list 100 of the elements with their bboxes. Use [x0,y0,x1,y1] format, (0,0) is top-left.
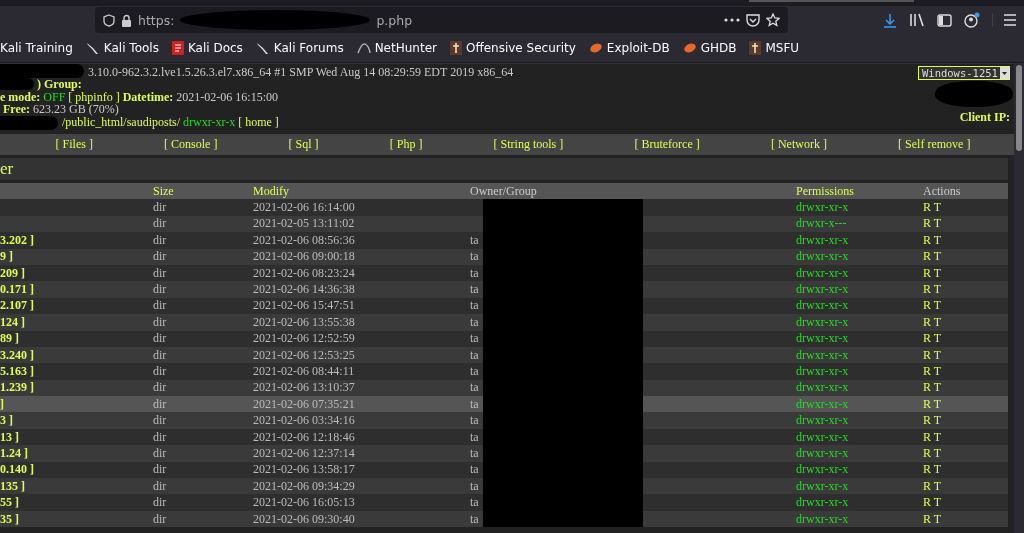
actions-link[interactable]: R T [923,216,942,232]
permissions-link[interactable]: drwxr-xr-x [796,347,849,363]
folder-link[interactable]: 1.24 ] [0,445,28,461]
actions-link[interactable]: R T [923,413,942,429]
folder-link[interactable]: 89 ] [0,331,19,347]
permissions-link[interactable]: drwxr-xr-x [796,314,849,330]
file-row[interactable]: 135 ] dir 2021-02-06 09:34:29 ta drwxr-xr-x R T [0,478,1008,495]
permissions-link[interactable]: drwxr-xr-x [796,478,849,494]
actions-link[interactable]: R T [923,265,942,281]
file-row[interactable]: 55 ] dir 2021-02-06 16:05:13 ta drwxr-xr-x R T [0,494,1008,511]
folder-link[interactable]: 3 ] [0,413,13,429]
permissions-link[interactable]: drwxr-xr-x [796,429,849,445]
menu-link[interactable]: [ Sql ] [288,137,319,152]
bookmark-link[interactable]: Kali Tools [85,41,159,55]
actions-link[interactable]: R T [923,347,942,363]
file-row[interactable]: dir 2021-02-06 16:14:00 drwxr-xr-x R T [0,199,1008,216]
actions-link[interactable]: R T [923,478,942,494]
file-row[interactable]: 1.24 ] dir 2021-02-06 12:37:14 ta drwxr-xr-x R T [0,445,1008,462]
permissions-link[interactable]: drwxr-xr-x [796,282,849,298]
bookmark-link[interactable]: Offensive Security [449,41,576,55]
bookmark-link[interactable]: MSFU [749,41,800,55]
actions-link[interactable]: R T [923,495,942,511]
bookmark-link[interactable]: GHDB [682,41,737,55]
permissions-link[interactable]: drwxr-xr-x [796,232,849,248]
account-icon[interactable] [964,12,980,28]
menu-icon[interactable] [992,13,1018,27]
permissions-link[interactable]: drwxr-xr-x [796,462,849,478]
permissions-link[interactable]: drwxr-xr-x [796,200,849,216]
permissions-link[interactable]: drwxr-xr-x [796,265,849,281]
folder-link[interactable]: 3.240 ] [0,347,34,363]
actions-link[interactable]: R T [923,396,942,412]
star-icon[interactable] [766,13,780,27]
folder-link[interactable]: 3.202 ] [0,232,34,248]
actions-link[interactable]: R T [923,314,942,330]
permissions-link[interactable]: drwxr-xr-x [796,495,849,511]
sidebar-icon[interactable] [937,13,952,27]
folder-link[interactable]: 35 ] [0,511,19,527]
menu-link[interactable]: [ Files ] [55,137,93,152]
permissions-link[interactable]: drwxr-xr-x [796,511,849,527]
actions-link[interactable]: R T [923,462,942,478]
file-row[interactable]: 3 ] dir 2021-02-06 03:34:16 ta drwxr-xr-x R T [0,412,1008,429]
permissions-link[interactable]: drwxr-xr-x [796,249,849,265]
file-row[interactable]: 0.171 ] dir 2021-02-06 14:36:38 ta drwxr-xr-x R T [0,281,1008,298]
folder-link[interactable]: 9 ] [0,249,13,265]
permissions-link[interactable]: drwxr-xr-x [796,380,849,396]
scrollbar[interactable] [1014,63,1024,533]
actions-link[interactable]: R T [923,511,942,527]
file-row[interactable]: 124 ] dir 2021-02-06 13:55:38 ta drwxr-xr-x R T [0,314,1008,331]
folder-link[interactable]: 0.171 ] [0,282,34,298]
pocket-icon[interactable] [746,13,760,27]
permissions-link[interactable]: drwxr-x--- [796,216,847,232]
file-row[interactable]: 5.163 ] dir 2021-02-06 08:44:11 ta drwxr-xr-x R T [0,363,1008,380]
folder-link[interactable]: 2.107 ] [0,298,34,314]
actions-link[interactable]: R T [923,380,942,396]
column-header[interactable]: Permissions [796,183,854,199]
folder-link[interactable]: 5.163 ] [0,364,34,379]
bookmark-link[interactable]: NetHunter [356,41,437,55]
menu-link[interactable]: [ Php ] [389,137,423,152]
actions-link[interactable]: R T [923,249,942,265]
file-row[interactable]: 3.202 ] dir 2021-02-06 08:56:36 ta drwxr-xr-x R T [0,232,1008,249]
permissions-link[interactable]: drwxr-xr-x [796,396,849,412]
menu-link[interactable]: [ Self remove ] [898,137,971,152]
folder-link[interactable]: 209 ] [0,265,25,281]
actions-link[interactable]: R T [923,232,942,248]
column-header[interactable]: Owner/Group [470,183,537,199]
actions-link[interactable]: R T [923,298,942,314]
bookmark-link[interactable]: Exploit-DB [588,41,670,55]
charset-select[interactable]: Windows-1251 [918,66,1010,80]
folder-link[interactable]: 124 ] [0,314,25,330]
actions-link[interactable]: R T [923,282,942,298]
column-header[interactable]: Modify [253,183,289,199]
menu-link[interactable]: [ String tools ] [493,137,564,152]
library-icon[interactable] [909,13,925,27]
file-row[interactable]: ] dir 2021-02-06 07:35:21 ta drwxr-xr-x R T [0,396,1008,413]
column-header[interactable]: Size [153,183,174,199]
folder-link[interactable]: 13 ] [0,429,19,445]
bookmark-link[interactable]: Kali Training [0,41,73,55]
download-icon[interactable] [883,12,897,28]
column-header[interactable]: Actions [923,183,961,199]
menu-link[interactable]: [ Network ] [770,137,827,152]
bookmark-link[interactable]: Kali Docs [171,41,243,55]
permissions-link[interactable]: drwxr-xr-x [796,413,849,429]
actions-link[interactable]: R T [923,429,942,445]
permissions-link[interactable]: drwxr-xr-x [796,298,849,314]
actions-link[interactable]: R T [923,331,942,347]
folder-link[interactable]: 55 ] [0,495,19,511]
permissions-link[interactable]: drwxr-xr-x [796,364,849,379]
folder-link[interactable]: 1.239 ] [0,380,34,396]
folder-link[interactable]: ] [0,396,4,412]
actions-link[interactable]: R T [923,364,942,379]
menu-link[interactable]: [ Console ] [164,137,218,152]
actions-link[interactable]: R T [923,200,942,216]
folder-link[interactable]: 135 ] [0,478,25,494]
address-bar[interactable]: https: p.php [95,7,788,33]
menu-link[interactable]: [ Bruteforce ] [634,137,700,152]
bookmark-link[interactable]: Kali Forums [255,41,344,55]
actions-link[interactable]: R T [923,445,942,461]
permissions-link[interactable]: drwxr-xr-x [796,331,849,347]
more-icon[interactable] [724,18,740,22]
permissions-link[interactable]: drwxr-xr-x [796,445,849,461]
